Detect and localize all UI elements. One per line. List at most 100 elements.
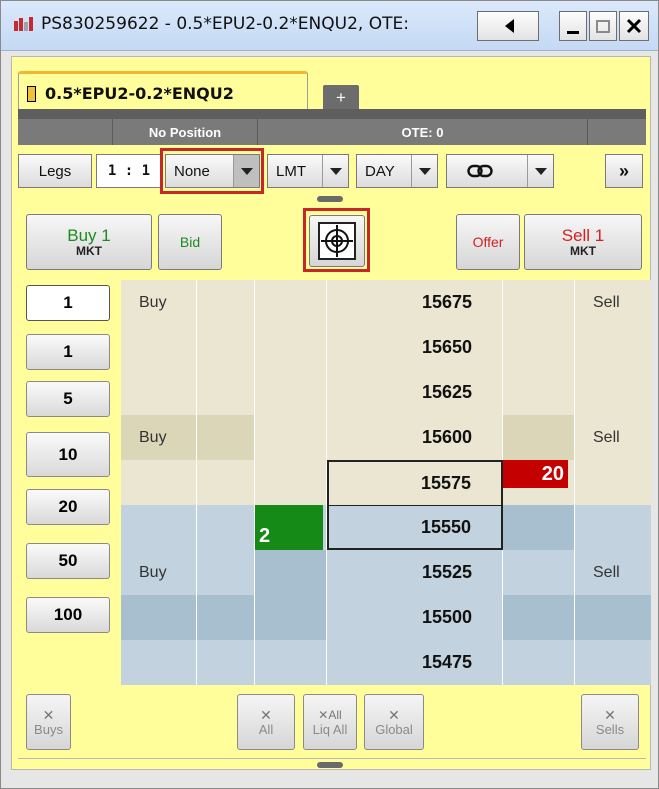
window-title: PS830259622 - 0.5*EPU2-0.2*ENQU2, OTE: [41, 14, 409, 34]
ladder-row: Buy 15600 Sell [121, 415, 651, 460]
ask-qty-cell[interactable]: 20 [503, 460, 575, 505]
buy-cell[interactable]: Buy [121, 415, 197, 460]
ask-qty-cell[interactable] [503, 550, 575, 595]
bid-button[interactable]: Bid [158, 214, 222, 270]
working-buys-cell[interactable] [197, 460, 255, 505]
ote-status: OTE: 0 [258, 119, 588, 145]
working-buys-cell[interactable] [197, 640, 255, 685]
cancel-x-icon: ✕ [260, 706, 272, 723]
buy-market-label: Buy 1 [67, 225, 111, 245]
ladder-row: 2 15550 [121, 505, 651, 550]
buy-cell[interactable] [121, 460, 197, 505]
working-buys-cell[interactable] [197, 280, 255, 325]
buy-cell[interactable]: Buy [121, 280, 197, 325]
sell-cell[interactable] [575, 640, 651, 685]
cancel-buys-button[interactable]: ✕ Buys [26, 694, 71, 750]
bid-qty-cell[interactable] [255, 325, 327, 370]
buy-cell[interactable] [121, 325, 197, 370]
chevron-down-icon [411, 155, 437, 187]
more-button[interactable]: » [605, 154, 643, 188]
bottom-resize-grip[interactable] [317, 762, 343, 768]
sell-cell[interactable] [575, 505, 651, 550]
close-icon [626, 18, 642, 34]
sell-market-button[interactable]: Sell 1 MKT [524, 214, 642, 270]
tif-value: DAY [365, 162, 395, 180]
cancel-x-icon: ✕ [604, 706, 616, 723]
ask-qty-cell[interactable] [503, 280, 575, 325]
close-button[interactable] [619, 11, 649, 41]
link-dropdown[interactable] [446, 154, 554, 188]
quantity-preset-button[interactable]: 1 [26, 334, 110, 370]
sell-cell[interactable] [575, 325, 651, 370]
liquidate-all-button[interactable]: ✕All Liq All [303, 694, 357, 750]
bid-quantity-badge: 2 [255, 505, 323, 550]
bid-qty-cell[interactable] [255, 595, 327, 640]
cancel-x-icon: ✕ [388, 706, 400, 723]
buy-cell[interactable] [121, 640, 197, 685]
legs-button[interactable]: Legs [18, 154, 92, 188]
ask-qty-cell[interactable] [503, 370, 575, 415]
quantity-preset-button[interactable]: 50 [26, 543, 110, 579]
working-buys-cell[interactable] [197, 595, 255, 640]
buy-cell[interactable] [121, 595, 197, 640]
app-logo-icon [14, 17, 33, 31]
ask-qty-cell[interactable] [503, 505, 575, 550]
quantity-input[interactable]: 1 [26, 285, 110, 321]
bid-qty-cell[interactable] [255, 280, 327, 325]
working-buys-cell[interactable] [197, 370, 255, 415]
working-buys-cell[interactable] [197, 325, 255, 370]
bid-label: Bid [179, 234, 201, 250]
quantity-preset-button[interactable]: 20 [26, 489, 110, 525]
sell-cell[interactable] [575, 460, 651, 505]
ask-qty-cell[interactable] [503, 415, 575, 460]
minimize-button[interactable] [559, 11, 587, 41]
offer-button[interactable]: Offer [456, 214, 520, 270]
ask-qty-cell[interactable] [503, 595, 575, 640]
bid-qty-cell[interactable] [255, 550, 327, 595]
chevron-down-icon [527, 155, 553, 187]
bid-qty-cell[interactable] [255, 370, 327, 415]
bid-qty-cell[interactable]: 2 [255, 505, 327, 550]
ladder-row: Buy 15525 Sell [121, 550, 651, 595]
ask-qty-cell[interactable] [503, 640, 575, 685]
sell-cell[interactable] [575, 370, 651, 415]
title-bar[interactable]: PS830259622 - 0.5*EPU2-0.2*ENQU2, OTE: [1, 1, 658, 51]
sell-cell[interactable] [575, 595, 651, 640]
tab-instrument[interactable]: 0.5*EPU2-0.2*ENQU2 [18, 71, 308, 109]
sell-market-sub: MKT [570, 243, 596, 258]
sell-cell[interactable]: Sell [575, 280, 651, 325]
buy-market-button[interactable]: Buy 1 MKT [26, 214, 152, 270]
quantity-preset-button[interactable]: 10 [26, 432, 110, 477]
sell-cell[interactable]: Sell [575, 415, 651, 460]
sell-cell[interactable]: Sell [575, 550, 651, 595]
ratio-field[interactable]: 1 : 1 [96, 154, 162, 188]
working-buys-cell[interactable] [197, 550, 255, 595]
price-cell: 15475 [327, 640, 503, 685]
buy-cell[interactable] [121, 505, 197, 550]
top-resize-grip[interactable] [317, 196, 343, 202]
maximize-icon [596, 19, 610, 33]
buy-cell[interactable]: Buy [121, 550, 197, 595]
buy-cell[interactable] [121, 370, 197, 415]
bid-qty-cell[interactable] [255, 460, 327, 505]
cancel-global-button[interactable]: ✕ Global [364, 694, 424, 750]
working-buys-cell[interactable] [197, 505, 255, 550]
cancel-sells-button[interactable]: ✕ Sells [581, 694, 639, 750]
bid-qty-cell[interactable] [255, 640, 327, 685]
quantity-preset-button[interactable]: 5 [26, 381, 110, 417]
link-icon [467, 164, 493, 178]
cancel-all-button[interactable]: ✕ All [237, 694, 295, 750]
cancel-all-label: All [258, 721, 274, 737]
working-buys-cell[interactable] [197, 415, 255, 460]
highlight-box-center [303, 208, 370, 272]
cancel-global-label: Global [375, 721, 413, 737]
bid-qty-cell[interactable] [255, 415, 327, 460]
quantity-preset-button[interactable]: 100 [26, 597, 110, 633]
add-tab-button[interactable]: + [323, 85, 359, 111]
maximize-button[interactable] [589, 11, 617, 41]
order-type-dropdown[interactable]: LMT [267, 154, 349, 188]
tif-dropdown[interactable]: DAY [356, 154, 438, 188]
price-cell: 15600 [327, 415, 503, 460]
speaker-button[interactable] [477, 11, 539, 41]
ask-qty-cell[interactable] [503, 325, 575, 370]
